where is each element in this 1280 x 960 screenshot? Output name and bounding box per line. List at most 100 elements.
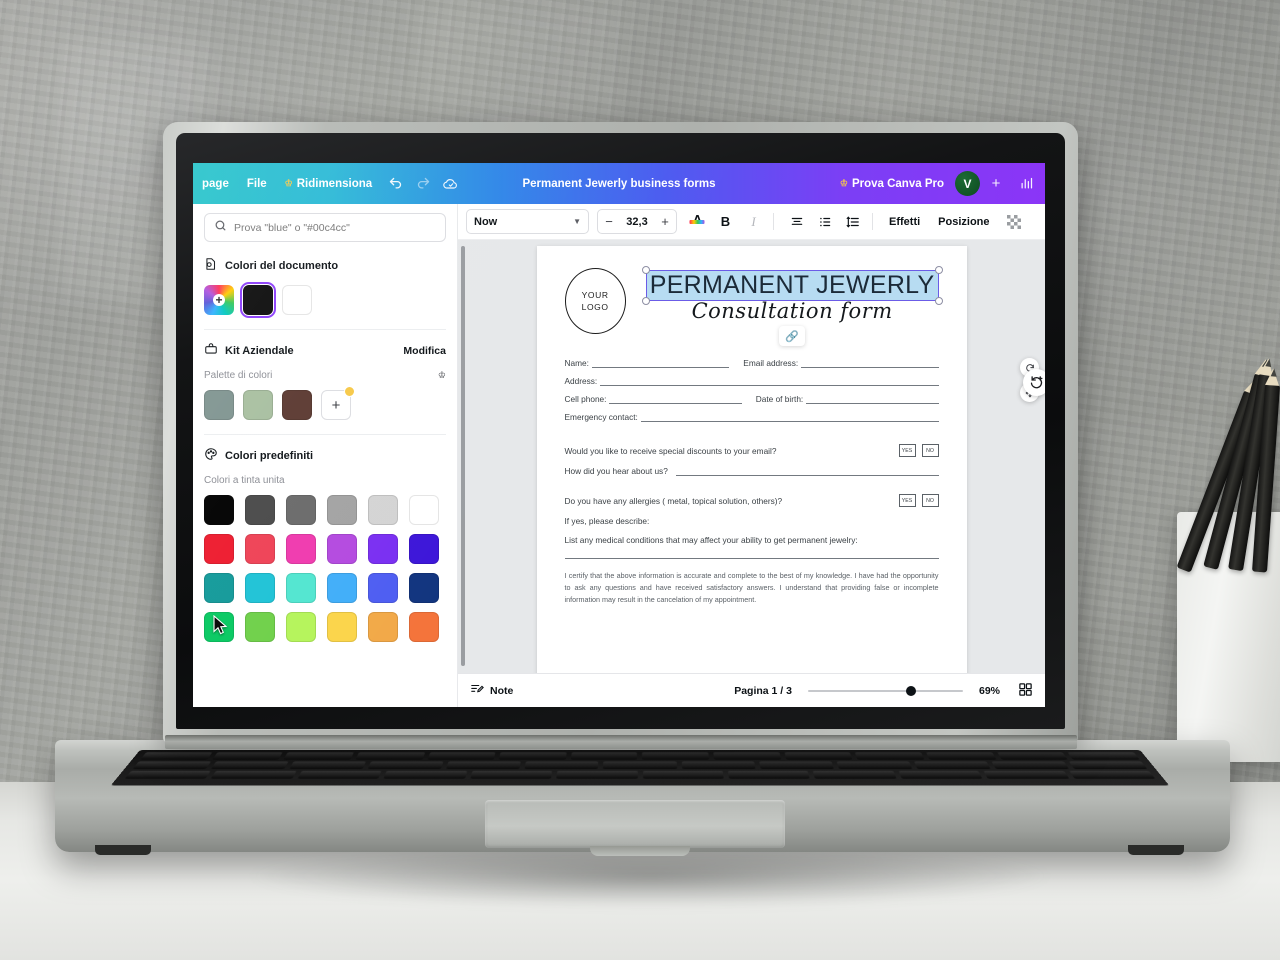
avatar[interactable]: V: [955, 171, 980, 196]
preset-swatch[interactable]: [286, 612, 316, 642]
zoom-slider-knob[interactable]: [905, 685, 916, 696]
trackpad: [485, 800, 785, 848]
rotate-add-icon[interactable]: [1023, 369, 1045, 396]
field-rule[interactable]: [806, 396, 939, 404]
line-spacing-icon[interactable]: [840, 209, 865, 234]
checkbox-no[interactable]: NO: [921, 444, 939, 457]
field-row: Address:: [565, 376, 939, 386]
brand-kit-header: Kit Aziendale Modifica: [204, 342, 446, 359]
field-label-name: Name:: [564, 358, 589, 368]
answer-rule[interactable]: [564, 558, 939, 559]
preset-colors-title: Colori predefiniti: [225, 449, 313, 462]
checkbox-yes[interactable]: YES: [898, 444, 916, 457]
resize-handle-bl[interactable]: [641, 297, 650, 305]
preset-swatch[interactable]: [204, 495, 234, 525]
preset-swatch[interactable]: [368, 495, 398, 525]
text-color-icon[interactable]: A: [685, 209, 710, 234]
effects-button[interactable]: Effetti: [880, 216, 929, 228]
bullet-list-icon[interactable]: [812, 209, 837, 234]
preset-swatch[interactable]: [368, 612, 398, 642]
document-page[interactable]: YOUR LOGO PERMANENT JEWERLY Consultation…: [536, 246, 967, 707]
preset-swatch[interactable]: [286, 534, 316, 564]
yes-no-group: YES NO: [898, 494, 939, 507]
align-center-icon[interactable]: [784, 209, 809, 234]
brand-swatch-2[interactable]: [243, 390, 273, 420]
color-picker-swatch[interactable]: +: [204, 285, 234, 315]
preset-swatch[interactable]: [286, 573, 316, 603]
zoom-slider[interactable]: [807, 685, 963, 696]
font-family-select[interactable]: Now ▼: [466, 209, 589, 234]
app-body: Colori del documento + Kit Aziendale Mod: [193, 204, 1045, 707]
font-size-value[interactable]: 32,3: [620, 216, 654, 228]
bold-button[interactable]: B: [713, 209, 738, 234]
selected-title-element[interactable]: PERMANENT JEWERLY: [641, 266, 943, 305]
preset-swatch[interactable]: [327, 612, 357, 642]
preset-swatch[interactable]: [409, 534, 439, 564]
field-rule[interactable]: [591, 360, 730, 368]
bar-chart-icon[interactable]: [1012, 171, 1040, 197]
brand-kit-edit-link[interactable]: Modifica: [403, 345, 446, 357]
swatch-black[interactable]: [239, 281, 277, 319]
laptop: page File ♔ Ridimensiona Permanent Jewer…: [0, 0, 1280, 960]
grid-view-icon[interactable]: [1018, 682, 1033, 700]
search-box[interactable]: [204, 213, 446, 242]
preset-swatch[interactable]: [286, 495, 316, 525]
undo-icon[interactable]: [381, 171, 409, 197]
preset-swatch[interactable]: [409, 573, 439, 603]
cloud-saved-icon[interactable]: [437, 171, 465, 197]
menu-item-file[interactable]: File: [238, 171, 276, 197]
page-indicator[interactable]: Pagina 1 / 3: [734, 685, 792, 697]
brand-swatch-3[interactable]: [282, 390, 312, 420]
zoom-value[interactable]: 69%: [979, 685, 1000, 697]
search-input[interactable]: [234, 221, 436, 234]
resize-handle-tl[interactable]: [641, 266, 650, 274]
preset-swatch[interactable]: [327, 573, 357, 603]
transparency-icon[interactable]: [1002, 209, 1027, 234]
redo-icon[interactable]: [409, 171, 437, 197]
preset-swatch[interactable]: [327, 534, 357, 564]
italic-button[interactable]: I: [741, 209, 766, 234]
link-icon[interactable]: 🔗: [779, 326, 806, 346]
try-canva-pro-button[interactable]: ♔ Prova Canva Pro: [831, 171, 953, 197]
field-rule[interactable]: [609, 396, 742, 404]
canvas-area[interactable]: YOUR LOGO PERMANENT JEWERLY Consultation…: [458, 240, 1045, 707]
crown-icon: ♔: [437, 370, 446, 380]
logo-line-2: LOGO: [581, 302, 609, 312]
field-rule[interactable]: [801, 360, 939, 368]
checkbox-yes[interactable]: YES: [898, 494, 916, 507]
logo-line-1: YOUR: [581, 289, 609, 300]
solid-colors-label: Colori a tinta unita: [204, 475, 446, 486]
preset-swatch[interactable]: [245, 534, 275, 564]
preset-swatch[interactable]: [245, 612, 275, 642]
menu-item-resize[interactable]: ♔ Ridimensiona: [276, 171, 381, 197]
notes-button[interactable]: Note: [470, 682, 513, 699]
vertical-scrollbar[interactable]: [461, 246, 465, 666]
field-rule[interactable]: [640, 414, 939, 422]
font-size-increase[interactable]: +: [654, 214, 676, 229]
preset-swatch[interactable]: [245, 495, 275, 525]
field-label-dob: Date of birth:: [755, 394, 804, 404]
checkbox-no[interactable]: NO: [921, 494, 939, 507]
preset-swatch[interactable]: [368, 573, 398, 603]
resize-handle-tr[interactable]: [934, 266, 943, 274]
document-subtitle[interactable]: Consultation form: [646, 299, 939, 323]
crown-icon: ♔: [839, 178, 848, 188]
swatch-white[interactable]: [282, 285, 312, 315]
add-member-button[interactable]: +: [982, 171, 1010, 197]
preset-swatch[interactable]: [204, 534, 234, 564]
brand-swatch-1[interactable]: [204, 390, 234, 420]
preset-swatch[interactable]: [327, 495, 357, 525]
preset-swatch-hovered[interactable]: [204, 573, 234, 603]
resize-handle-br[interactable]: [934, 297, 943, 305]
field-rule[interactable]: [675, 468, 939, 476]
document-colors-title: Colori del documento: [225, 259, 339, 272]
position-button[interactable]: Posizione: [929, 216, 998, 228]
preset-swatch[interactable]: [245, 573, 275, 603]
preset-swatch[interactable]: [409, 612, 439, 642]
menu-item-page[interactable]: page: [193, 171, 238, 197]
preset-swatch[interactable]: [368, 534, 398, 564]
field-rule[interactable]: [600, 378, 939, 386]
add-brand-color-button[interactable]: +: [321, 386, 355, 420]
preset-swatch[interactable]: [409, 495, 439, 525]
font-size-decrease[interactable]: −: [598, 214, 620, 229]
